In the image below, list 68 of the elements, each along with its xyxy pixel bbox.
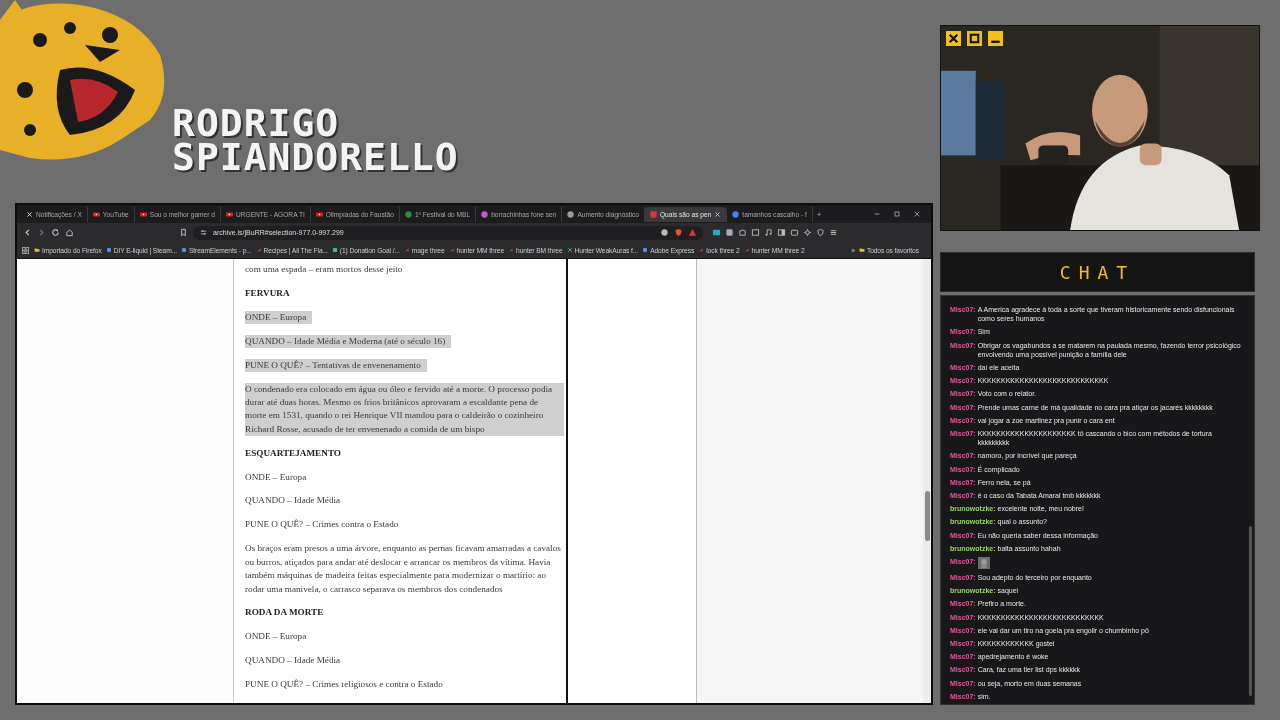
paragraph: O condenado era colocado em água ou óleo e fervido até a morte. O processo podia durar até duas horas. Mesmo os frios britânicos aprovaram a escaldante pena de morte em 1531, quando o rei Henrique VII mandou para o caldeirão o cozinheiro Richard Rosse, acusado de ter envenenado a comida de um bispo	[245, 382, 564, 437]
section-heading: RODA DA MORTE	[245, 606, 324, 620]
folder-icon	[34, 247, 40, 253]
globe-icon[interactable]	[660, 228, 669, 237]
bird-icon	[508, 247, 515, 253]
home-icon[interactable]	[65, 228, 74, 237]
close-icon[interactable]	[913, 210, 921, 218]
reload-icon[interactable]	[51, 228, 60, 237]
paragraph: ONDE – Europa	[245, 470, 307, 484]
sparkle-icon[interactable]	[803, 228, 812, 237]
paragraph: com uma espada – eram mortos desse jeito	[245, 263, 403, 276]
bird-icon	[255, 247, 262, 253]
folder-icon	[858, 247, 865, 253]
shield-icon[interactable]	[674, 228, 683, 237]
paragraph: Os braços eram presos a uma árvore, enquanto as pernas ficavam amarradas a cavalos ou burros, atiçados para andar até deslocar e arrancar os membros da vítima. Havia também máquinas de madeira feitas especialmente para modernizar o martírio: ao rodar uma manivela, o carrasco separava os membros dos condenados	[245, 542, 562, 596]
site-icon	[732, 210, 740, 218]
bird-icon	[403, 247, 410, 253]
emote-icon	[977, 556, 990, 569]
chat-title: CHAT	[1059, 261, 1136, 283]
play-icon	[92, 210, 100, 218]
paragraph: ONDE – Europa	[245, 310, 313, 325]
bird-icon	[448, 247, 455, 253]
site-icon	[481, 210, 489, 218]
warning-icon[interactable]	[688, 228, 697, 237]
scrollbar-thumb[interactable]	[924, 491, 930, 541]
back-icon[interactable]	[23, 228, 32, 237]
apps-grid-icon[interactable]	[21, 245, 30, 255]
site-icon	[642, 247, 649, 253]
scrollbar-thumb[interactable]	[1249, 526, 1252, 696]
play-icon	[226, 210, 233, 218]
paragraph: QUANDO – Idade Média	[245, 494, 341, 508]
play-icon	[315, 210, 323, 218]
streamer-name: SPIANDORELLO	[172, 140, 459, 174]
streamer-name: RODRIGO	[172, 106, 340, 140]
x-icon	[26, 210, 33, 218]
menu-icon[interactable]	[829, 228, 838, 237]
site-icon	[404, 210, 412, 218]
site-icon	[567, 210, 575, 218]
x-icon	[566, 247, 573, 253]
section-heading: FERVURA	[245, 286, 290, 300]
paragraph: PUNE O QUÊ? – Tentativas de envenenamento	[245, 358, 427, 373]
music-icon[interactable]	[764, 228, 773, 237]
bird-icon	[743, 247, 750, 253]
section-heading: ESQUARTEJAMENTO	[245, 446, 341, 460]
puzzle-icon[interactable]	[738, 228, 747, 237]
site-icon	[180, 247, 187, 253]
maximize-icon[interactable]	[967, 31, 982, 46]
paragraph: QUANDO – Idade Média	[245, 654, 341, 668]
sidebar-icon[interactable]	[777, 228, 786, 237]
extension-icon[interactable]	[751, 228, 760, 237]
paragraph: PUNE O QUÊ? – Crimes contra o Estado	[245, 518, 399, 532]
play-icon	[139, 210, 147, 218]
close-icon[interactable]	[714, 210, 722, 218]
forward-icon[interactable]	[37, 228, 46, 237]
minimize-icon[interactable]	[988, 31, 1003, 46]
new-tab-button[interactable]: +	[816, 209, 822, 219]
shield-icon[interactable]	[816, 228, 825, 237]
site-settings-icon[interactable]	[199, 228, 208, 237]
site-icon	[331, 247, 338, 253]
bookmark-icon[interactable]	[179, 228, 188, 237]
paragraph: PUNE O QUÊ? – Crimes religiosos e contra o Estado	[245, 678, 443, 692]
bird-icon	[698, 247, 705, 253]
close-icon[interactable]	[946, 31, 961, 46]
site-icon	[649, 210, 657, 218]
wallet-icon[interactable]	[790, 228, 799, 237]
paragraph: QUANDO – Idade Média e Moderna (até o século 16)	[245, 334, 452, 349]
site-icon	[105, 247, 112, 253]
paragraph: ONDE – Europa	[245, 630, 307, 644]
